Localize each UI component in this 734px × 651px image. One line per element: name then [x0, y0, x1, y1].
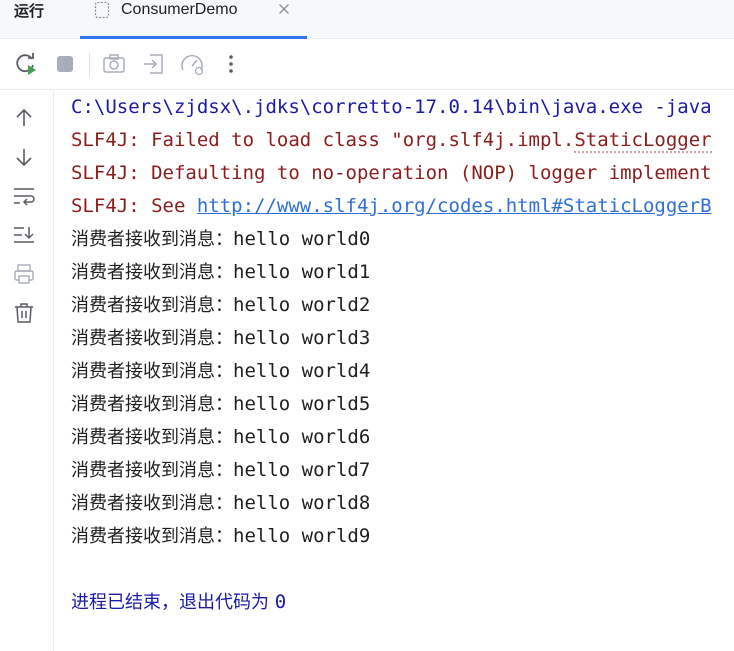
gauge-icon[interactable] — [179, 51, 205, 77]
slf4j-error-line: SLF4J: Failed to load class "org.slf4j.i… — [71, 124, 712, 157]
tool-window-header: 运行 ConsumerDemo — [0, 0, 734, 39]
console-sidebar — [0, 90, 54, 651]
import-icon[interactable] — [141, 51, 167, 77]
slf4j-see-text: SLF4J: See — [71, 195, 197, 217]
message-label: 消费者接收到消息： — [71, 526, 233, 547]
slf4j-see-line: SLF4J: See http://www.slf4j.org/codes.ht… — [71, 190, 712, 223]
message-text: hello world2 — [233, 294, 371, 316]
message-line: 消费者接收到消息：hello world7 — [71, 454, 370, 487]
rerun-icon[interactable] — [12, 51, 38, 77]
message-label: 消费者接收到消息： — [71, 262, 233, 283]
close-icon[interactable] — [276, 1, 292, 17]
message-text: hello world3 — [233, 327, 371, 349]
print-icon[interactable] — [12, 262, 36, 286]
scroll-to-end-icon[interactable] — [12, 223, 36, 247]
message-label: 消费者接收到消息： — [71, 361, 233, 382]
toolbar-separator — [89, 53, 90, 77]
message-line: 消费者接收到消息：hello world0 — [71, 223, 370, 256]
exit-code: 0 — [274, 591, 287, 613]
command-line: C:\Users\zjdsx\.jdks\corretto-17.0.14\bi… — [71, 96, 712, 118]
message-text: hello world6 — [233, 426, 371, 448]
slf4j-error-text: SLF4J: Failed to load class "org.slf4j.i… — [71, 129, 575, 151]
tab-consumer-demo[interactable]: ConsumerDemo — [80, 0, 307, 39]
message-text: hello world5 — [233, 393, 371, 415]
message-line: 消费者接收到消息：hello world5 — [71, 388, 370, 421]
slf4j-warning-line: SLF4J: Defaulting to no-operation (NOP) … — [71, 162, 712, 184]
message-line: 消费者接收到消息：hello world1 — [71, 256, 370, 289]
message-text: hello world1 — [233, 261, 371, 283]
stop-icon[interactable] — [52, 51, 78, 77]
slf4j-class-name: StaticLogger — [574, 129, 712, 153]
process-exit-line: 进程已结束，退出代码为 0 — [71, 586, 286, 619]
message-line: 消费者接收到消息：hello world8 — [71, 487, 370, 520]
message-text: hello world7 — [233, 459, 371, 481]
message-label: 消费者接收到消息： — [71, 427, 233, 448]
message-label: 消费者接收到消息： — [71, 295, 233, 316]
message-label: 消费者接收到消息： — [71, 229, 233, 250]
message-line: 消费者接收到消息：hello world2 — [71, 289, 370, 322]
run-tool-window-title[interactable]: 运行 — [14, 0, 44, 22]
arrow-down-icon[interactable] — [12, 145, 36, 169]
message-text: hello world9 — [233, 525, 371, 547]
message-line: 消费者接收到消息：hello world4 — [71, 355, 370, 388]
soft-wrap-icon[interactable] — [12, 184, 36, 208]
exit-label: 进程已结束，退出代码为 — [71, 592, 275, 613]
message-label: 消费者接收到消息： — [71, 328, 233, 349]
message-text: hello world8 — [233, 492, 371, 514]
arrow-up-icon[interactable] — [12, 106, 36, 130]
more-vertical-icon[interactable] — [218, 51, 244, 77]
file-icon — [94, 1, 110, 19]
message-label: 消费者接收到消息： — [71, 460, 233, 481]
run-toolbar — [0, 39, 734, 90]
message-text: hello world4 — [233, 360, 371, 382]
trash-icon[interactable] — [12, 301, 36, 325]
console-output[interactable]: C:\Users\zjdsx\.jdks\corretto-17.0.14\bi… — [54, 90, 734, 651]
message-label: 消费者接收到消息： — [71, 394, 233, 415]
tab-label: ConsumerDemo — [121, 1, 238, 18]
message-line: 消费者接收到消息：hello world9 — [71, 520, 370, 553]
message-label: 消费者接收到消息： — [71, 493, 233, 514]
message-line: 消费者接收到消息：hello world6 — [71, 421, 370, 454]
message-text: hello world0 — [233, 228, 371, 250]
message-line: 消费者接收到消息：hello world3 — [71, 322, 370, 355]
slf4j-docs-link[interactable]: http://www.slf4j.org/codes.html#StaticLo… — [197, 195, 712, 217]
camera-icon[interactable] — [101, 51, 127, 77]
